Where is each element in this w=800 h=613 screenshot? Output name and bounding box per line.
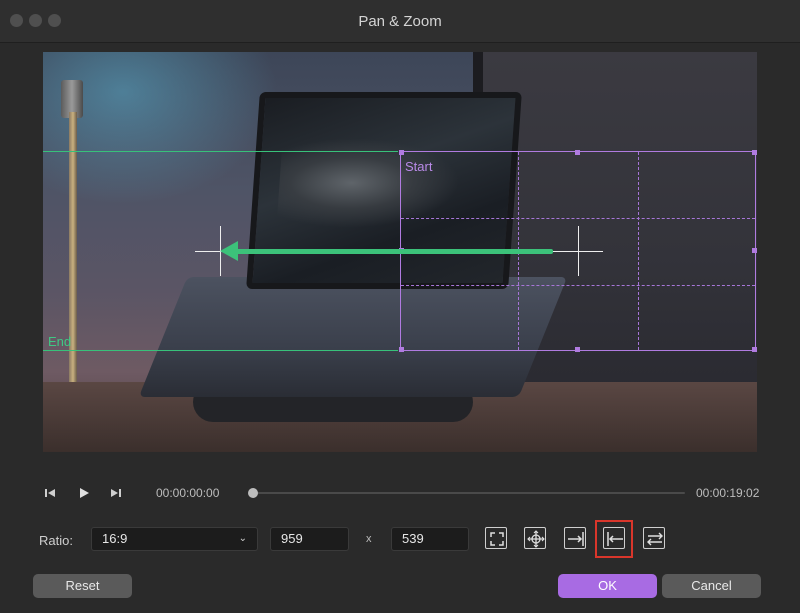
start-crosshair-vertical [578, 226, 579, 276]
timeline-track[interactable] [253, 492, 685, 494]
chevron-down-icon: ⌄ [238, 533, 247, 544]
start-frame-label: Start [405, 159, 433, 174]
end-frame-label: End [48, 334, 72, 349]
ratio-select-value: 16:9 [102, 531, 128, 546]
move-right-icon [568, 532, 584, 546]
skip-forward-icon [111, 489, 121, 497]
selected-tool-highlight [595, 520, 633, 558]
swap-button[interactable] [643, 527, 665, 549]
resize-handle-bottom-right[interactable] [752, 347, 757, 352]
fit-frame-button[interactable] [485, 527, 507, 549]
dimension-separator: x [366, 533, 372, 545]
center-move-button[interactable] [524, 527, 546, 549]
fit-frame-icon [490, 532, 504, 546]
reset-button[interactable]: Reset [33, 574, 132, 598]
current-time: 00:00:00:00 [156, 486, 220, 500]
resize-handle-top[interactable] [575, 150, 580, 155]
grid-line [638, 152, 639, 350]
skip-to-start-button[interactable] [43, 486, 57, 500]
ok-button[interactable]: OK [558, 574, 657, 598]
ratio-select[interactable]: 16:9 ⌄ [91, 527, 258, 551]
skip-to-end-button[interactable] [109, 486, 123, 500]
move-right-button[interactable] [564, 527, 586, 549]
skip-back-icon [45, 489, 55, 497]
resize-handle-top-left[interactable] [399, 150, 404, 155]
resize-handle-bottom-left[interactable] [399, 347, 404, 352]
grid-line [401, 285, 755, 286]
title-bar: Pan & Zoom [0, 0, 800, 43]
grid-line [401, 218, 755, 219]
cancel-button[interactable]: Cancel [662, 574, 761, 598]
width-input[interactable]: 959 [270, 527, 349, 551]
resize-handle-top-right[interactable] [752, 150, 757, 155]
resize-handle-bottom[interactable] [575, 347, 580, 352]
video-preview[interactable]: End Start [43, 52, 757, 452]
swap-icon [647, 532, 663, 546]
resize-handle-right[interactable] [752, 248, 757, 253]
motion-path-arrow [235, 249, 553, 254]
window-title: Pan & Zoom [358, 13, 442, 30]
play-button[interactable] [77, 486, 91, 500]
center-move-icon [527, 530, 545, 548]
height-input[interactable]: 539 [391, 527, 469, 551]
arrow-left-icon [220, 241, 238, 261]
play-icon [80, 488, 89, 498]
total-time: 00:00:19:02 [696, 486, 760, 500]
ratio-label: Ratio: [39, 533, 73, 548]
timeline-scrubber[interactable] [248, 488, 258, 498]
